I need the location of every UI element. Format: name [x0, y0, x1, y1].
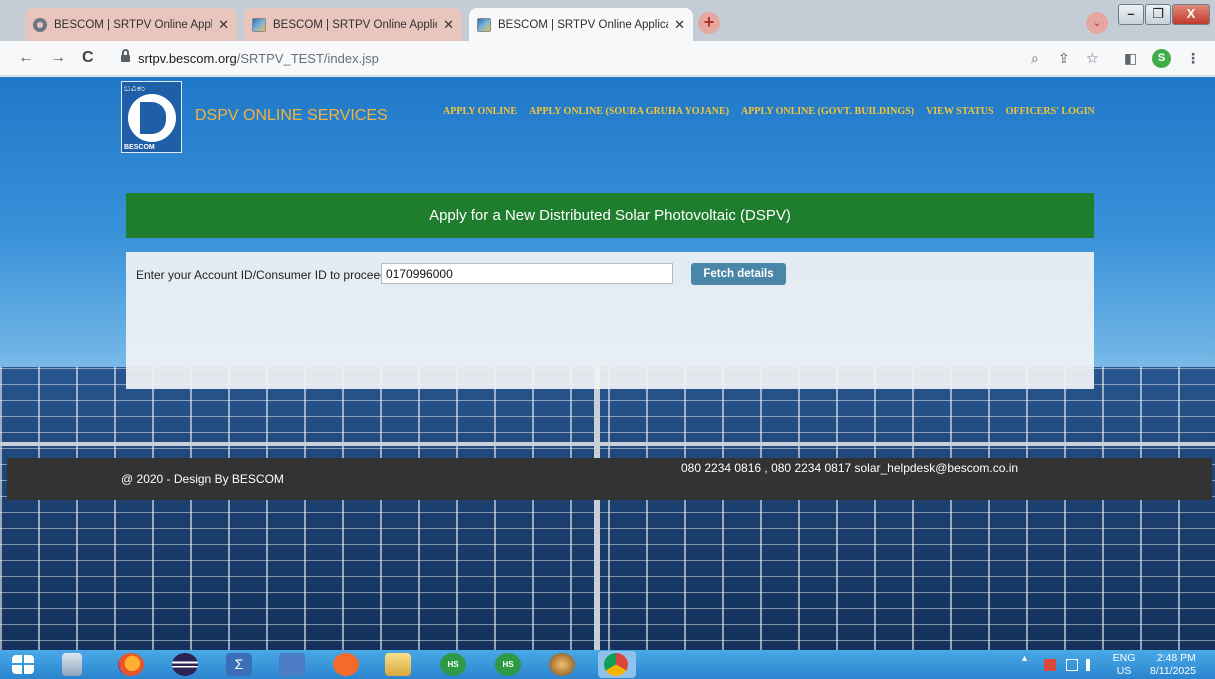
sigma-icon[interactable]: Σ	[226, 653, 252, 676]
restore-button[interactable]: ❐	[1145, 4, 1171, 25]
url-field[interactable]: srtpv.bescom.org/SRTPV_TEST/index.jsp	[138, 51, 379, 66]
main-nav: APPLY ONLINE APPLY ONLINE (SOURA GRUHA Y…	[443, 106, 1095, 117]
side-panel-icon[interactable]: ◧	[1124, 50, 1137, 67]
tray-app-icon[interactable]	[1044, 659, 1056, 671]
clock-date: 8/11/2025	[1150, 665, 1196, 677]
solar-panel-icon	[477, 17, 491, 32]
bescom-logo[interactable]: ಬವಿಕಂ BESCOM	[121, 81, 182, 153]
pen-tool-icon[interactable]	[333, 653, 359, 676]
footer-copyright: @ 2020 - Design By BESCOM	[121, 472, 284, 486]
account-id-input[interactable]	[381, 263, 673, 284]
account-id-label: Enter your Account ID/Consumer ID to pro…	[136, 268, 387, 282]
eclipse-icon[interactable]	[172, 653, 198, 676]
system-clock[interactable]: 2:48 PM 8/11/2025	[1150, 652, 1196, 678]
file-server-icon[interactable]	[62, 653, 82, 676]
hs-label: HS	[447, 660, 459, 669]
account-id-form: Enter your Account ID/Consumer ID to pro…	[126, 252, 1094, 389]
hs-label: HS	[502, 660, 514, 669]
panel-divider	[594, 367, 600, 650]
nav-view-status[interactable]: VIEW STATUS	[926, 106, 994, 117]
close-tab-icon[interactable]: ✕	[674, 17, 685, 33]
language-indicator[interactable]: ENG US	[1111, 652, 1137, 678]
tab-title: BESCOM | SRTPV Online Applicat	[498, 18, 669, 31]
file-explorer-icon[interactable]	[385, 653, 411, 676]
globe-icon	[33, 17, 47, 32]
hs-app-icon[interactable]: HS	[495, 653, 521, 676]
tab-title: BESCOM | SRTPV Online Applicat	[273, 18, 438, 31]
panel-divider	[0, 442, 1215, 446]
firefox-icon[interactable]	[118, 653, 144, 676]
site-footer: @ 2020 - Design By BESCOM 080 2234 0816 …	[7, 458, 1212, 500]
browser-tab-2[interactable]: BESCOM | SRTPV Online Applicat ✕	[244, 8, 462, 41]
forward-button[interactable]: →	[50, 49, 66, 67]
logo-brand-text: BESCOM	[124, 144, 155, 151]
tab-title: BESCOM | SRTPV Online Applicat	[54, 18, 213, 31]
url-path: /SRTPV_TEST/index.jsp	[236, 51, 379, 66]
page-heading-banner: Apply for a New Distributed Solar Photov…	[126, 193, 1094, 238]
address-bar-row: ← → C srtpv.bescom.org/SRTPV_TEST/index.…	[0, 41, 1215, 76]
close-tab-icon[interactable]: ✕	[443, 17, 454, 33]
tray-expand-icon[interactable]: ▴	[1022, 653, 1027, 664]
lang-code: ENG	[1112, 652, 1136, 664]
clock-time: 2:48 PM	[1156, 652, 1196, 664]
site-title: DSPV ONLINE SERVICES	[195, 107, 388, 124]
share-icon[interactable]: ⇪	[1058, 50, 1070, 67]
windows-taskbar: Σ HS HS ▴ ENG US 2:48 PM 8/11/2025	[0, 650, 1215, 679]
code-editor-icon[interactable]	[279, 653, 305, 676]
browser-tab-bar: BESCOM | SRTPV Online Applicat ✕ BESCOM …	[0, 0, 1215, 41]
back-button[interactable]: ←	[18, 49, 34, 67]
browser-menu-icon[interactable]: ⋮	[1186, 50, 1200, 67]
close-tab-icon[interactable]: ✕	[218, 17, 229, 33]
logo-emblem	[128, 94, 176, 142]
footer-contact: 080 2234 0816 , 080 2234 0817 solar_help…	[681, 461, 1019, 475]
browser-tab-3-active[interactable]: BESCOM | SRTPV Online Applicat ✕	[469, 8, 693, 41]
profile-avatar[interactable]: S	[1152, 49, 1171, 68]
chrome-taskbar-slot[interactable]	[598, 651, 636, 678]
url-host: srtpv.bescom.org	[138, 51, 237, 66]
new-tab-button[interactable]: +	[698, 12, 720, 34]
reload-button[interactable]: C	[82, 49, 94, 67]
game-icon[interactable]	[549, 653, 575, 676]
nav-apply-online[interactable]: APPLY ONLINE	[443, 106, 517, 117]
tab-search-button[interactable]: ⌄	[1086, 12, 1108, 34]
region-code: US	[1116, 665, 1132, 677]
bookmark-star-icon[interactable]: ☆	[1086, 50, 1099, 67]
solar-panel-icon	[252, 17, 266, 32]
minimize-button[interactable]: –	[1118, 4, 1144, 25]
fetch-details-button[interactable]: Fetch details	[691, 263, 786, 285]
browser-tab-1[interactable]: BESCOM | SRTPV Online Applicat ✕	[25, 8, 237, 41]
solar-panels-background	[0, 367, 1215, 650]
lock-icon[interactable]	[121, 49, 130, 63]
nav-officers-login[interactable]: OFFICERS' LOGIN	[1006, 106, 1095, 117]
network-icon[interactable]	[1066, 659, 1078, 671]
nav-apply-online-govt-buildings[interactable]: APPLY ONLINE (GOVT. BUILDINGS)	[741, 106, 914, 117]
logo-kannada-text: ಬವಿಕಂ	[124, 83, 146, 93]
page-background: ಬವಿಕಂ BESCOM DSPV ONLINE SERVICES APPLY …	[0, 77, 1215, 650]
nav-apply-online-soura-gruha-yojane[interactable]: APPLY ONLINE (SOURA GRUHA YOJANE)	[529, 106, 729, 117]
volume-icon[interactable]	[1086, 659, 1098, 671]
windows-start-icon[interactable]	[12, 655, 34, 674]
hs-app-icon[interactable]: HS	[440, 653, 466, 676]
zoom-icon[interactable]: ⌕	[1031, 50, 1039, 67]
close-window-button[interactable]: X	[1172, 4, 1210, 25]
chrome-icon	[604, 653, 628, 676]
